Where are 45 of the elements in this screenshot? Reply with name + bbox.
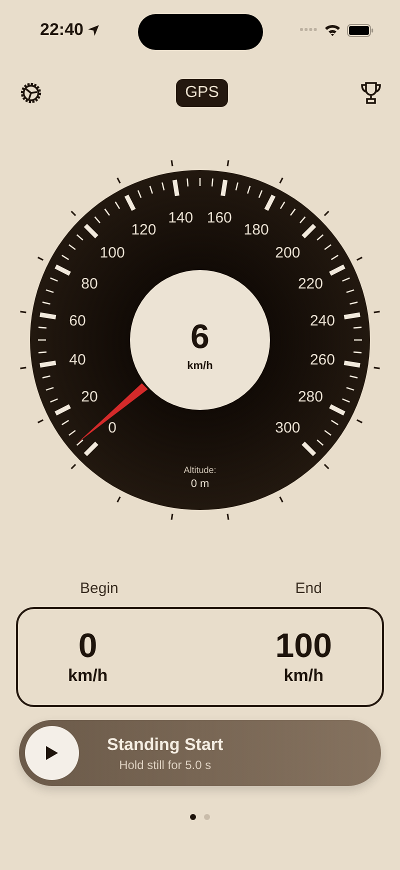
standing-start-button[interactable]: Standing Start Hold still for 5.0 s xyxy=(19,720,381,786)
end-speed: 100 xyxy=(275,628,332,666)
gear-icon xyxy=(18,80,44,106)
play-icon xyxy=(45,745,59,761)
begin-unit: km/h xyxy=(68,666,108,686)
scale-label: 200 xyxy=(275,244,300,262)
start-subtitle: Hold still for 5.0 s xyxy=(119,758,212,772)
page-dot[interactable] xyxy=(204,814,210,820)
play-button[interactable] xyxy=(25,726,79,780)
altitude-value: 0 m xyxy=(190,478,210,490)
page-dot[interactable] xyxy=(190,814,196,820)
speed-unit: km/h xyxy=(187,360,213,372)
begin-label: Begin xyxy=(80,580,118,597)
scale-label: 280 xyxy=(298,388,323,406)
scale-label: 80 xyxy=(81,276,98,293)
begin-speed: 0 xyxy=(78,628,98,666)
trophy-button[interactable] xyxy=(360,81,382,105)
speed-value: 6 xyxy=(190,318,210,356)
scale-label: 120 xyxy=(131,222,156,239)
end-unit: km/h xyxy=(284,666,324,686)
scale-label: 60 xyxy=(69,312,86,330)
battery-icon xyxy=(347,24,374,36)
signal-icon xyxy=(300,28,318,32)
scale-label: 140 xyxy=(168,210,194,227)
start-title: Standing Start xyxy=(107,734,224,754)
altitude-label: Altitude: xyxy=(184,465,216,475)
location-arrow-icon xyxy=(87,24,100,36)
scale-label: 260 xyxy=(310,351,335,368)
status-time: 22:40 xyxy=(40,20,84,40)
scale-label: 300 xyxy=(275,420,300,437)
scale-label: 40 xyxy=(69,351,86,368)
scale-label: 100 xyxy=(100,244,125,262)
scale-label: 20 xyxy=(81,388,98,406)
scale-label: 220 xyxy=(298,276,323,293)
trophy-icon xyxy=(360,81,382,105)
settings-button[interactable] xyxy=(18,80,44,106)
gps-mode-button[interactable]: GPS xyxy=(176,79,228,107)
wifi-icon xyxy=(324,24,341,36)
scale-label: 0 xyxy=(108,420,116,437)
needle xyxy=(77,383,148,443)
scale-label: 180 xyxy=(244,222,269,239)
speed-range-card[interactable]: 0 km/h 100 km/h xyxy=(16,607,384,707)
end-label: End xyxy=(295,580,322,597)
scale-label: 160 xyxy=(206,210,232,227)
scale-label: 240 xyxy=(310,312,335,330)
